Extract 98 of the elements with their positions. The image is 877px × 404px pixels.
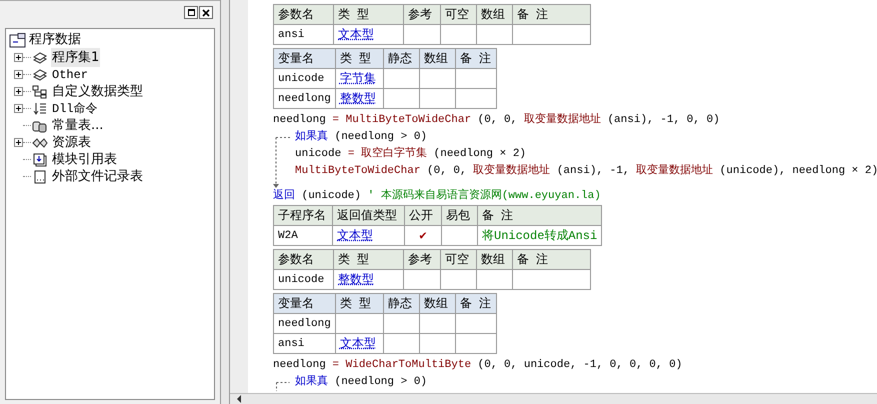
flow-line-icon: [276, 382, 290, 391]
tree-item[interactable]: Dll命令: [51, 100, 99, 118]
table-cell: [419, 68, 456, 88]
left-arrow-icon[interactable]: [236, 395, 242, 403]
code-line: MultiByteToWideChar (0, 0, 取变量数据地址 (ansi), -1, 取变量数据地址 (unicode), needlong × 2): [295, 163, 877, 179]
column-header: 参考: [404, 250, 440, 270]
column-header: 数组: [476, 250, 512, 270]
column-header: 备 注: [455, 294, 496, 314]
tree-item[interactable]: Other: [51, 66, 90, 84]
table-cell: unicode: [274, 68, 336, 88]
type-cell: [335, 314, 384, 334]
cylinder-icon: [32, 118, 48, 132]
type-cell: 文本型: [334, 24, 404, 44]
column-header: 可空: [440, 250, 476, 270]
code-line: 返回 (unicode) ' 本源码来自易语言资源网(www.eyuyan.la): [273, 188, 601, 204]
table-cell: W2A: [274, 226, 332, 246]
code-line: needlong = MultiByteToWideChar (0, 0, 取变量数据地址 (ansi), -1, 0, 0): [273, 112, 720, 128]
table-cell: [476, 24, 512, 44]
table-cell: [455, 68, 496, 88]
code-line: 如果真 (needlong > 0): [295, 129, 428, 145]
table-cell: needlong: [274, 314, 336, 334]
code-line: 如果真 (needlong > 0): [295, 374, 428, 390]
tree-item[interactable]: 程序集1: [51, 48, 100, 68]
table-cell: [476, 270, 512, 290]
table-cell: [419, 334, 456, 354]
column-header: 备 注: [478, 206, 602, 226]
tree-item[interactable]: 常量表...: [51, 116, 104, 136]
table-cell: [383, 68, 420, 88]
table-cell: unicode: [274, 270, 334, 290]
column-header: 类 型: [334, 250, 404, 270]
column-header: 参考: [404, 4, 440, 24]
table-cell: [442, 226, 478, 246]
horizontal-scrollbar[interactable]: [230, 393, 877, 404]
column-header: 数组: [419, 294, 456, 314]
column-header: 数组: [419, 48, 456, 68]
column-header: 变量名: [274, 294, 336, 314]
table-cell: [383, 88, 420, 108]
diamond-pair-icon: [32, 136, 48, 150]
table-cell: needlong: [274, 88, 336, 108]
expand-icon[interactable]: [14, 87, 23, 96]
code-line: unicode = 取空白字节集 (needlong × 2): [295, 146, 526, 162]
column-header: 类 型: [334, 4, 404, 24]
column-header: 备 注: [512, 4, 590, 24]
program-data-icon: [9, 32, 26, 48]
column-header: 返回值类型: [332, 206, 404, 226]
type-cell: 文本型: [332, 226, 404, 246]
expand-icon[interactable]: [14, 53, 23, 62]
column-header: 易包: [442, 206, 478, 226]
expand-icon[interactable]: [14, 138, 23, 147]
table-cell: [419, 88, 456, 108]
table-cell: [404, 270, 440, 290]
column-header: 公开: [404, 206, 442, 226]
table-cell: [440, 270, 476, 290]
type-cell: 整数型: [335, 88, 384, 108]
table-cell: [383, 314, 420, 334]
column-header: 备 注: [512, 250, 590, 270]
restore-icon[interactable]: [184, 6, 198, 19]
type-tree-icon: [32, 84, 48, 98]
table-cell: [455, 88, 496, 108]
stack-icon: [32, 50, 48, 64]
column-header: 类 型: [335, 48, 384, 68]
expand-icon[interactable]: [14, 104, 23, 113]
column-header: 静态: [383, 48, 420, 68]
column-header: 参数名: [274, 250, 334, 270]
table-cell: [383, 334, 420, 354]
type-cell: 整数型: [334, 270, 404, 290]
tree-item[interactable]: 外部文件记录表: [51, 166, 144, 186]
column-header: 变量名: [274, 48, 336, 68]
stack-icon: [32, 68, 48, 82]
tree-item[interactable]: 模块引用表: [51, 150, 118, 170]
checkmark-cell: ✔: [404, 226, 442, 246]
column-header: 备 注: [455, 48, 496, 68]
expand-icon[interactable]: [14, 70, 23, 79]
tree-item[interactable]: 资源表: [51, 132, 92, 152]
column-header: 参数名: [274, 4, 334, 24]
flow-line-icon: [273, 137, 290, 188]
column-header: 数组: [476, 4, 512, 24]
code-line: needlong = WideCharToMultiByte (0, 0, unicode, -1, 0, 0, 0, 0): [273, 358, 682, 373]
type-cell: 字节集: [335, 68, 384, 88]
table-cell: ansi: [274, 334, 336, 354]
document-plus-icon: [32, 152, 48, 166]
table-cell: ansi: [274, 24, 334, 44]
table-cell: [455, 334, 496, 354]
table-cell: [455, 314, 496, 334]
list-arrow-icon: [32, 102, 48, 116]
column-header: 可空: [440, 4, 476, 24]
column-header: 类 型: [335, 294, 384, 314]
close-icon[interactable]: [199, 6, 213, 19]
tree-item[interactable]: 自定义数据类型: [51, 82, 144, 102]
column-header: 静态: [383, 294, 420, 314]
type-cell: 文本型: [335, 334, 384, 354]
document-icon: [32, 170, 48, 184]
table-cell: [419, 314, 456, 334]
column-header: 子程序名: [274, 206, 332, 226]
table-cell: [440, 24, 476, 44]
table-cell: [404, 24, 440, 44]
tree-root-label[interactable]: 程序数据: [29, 30, 81, 50]
table-cell: 将Unicode转成Ansi: [478, 226, 602, 246]
